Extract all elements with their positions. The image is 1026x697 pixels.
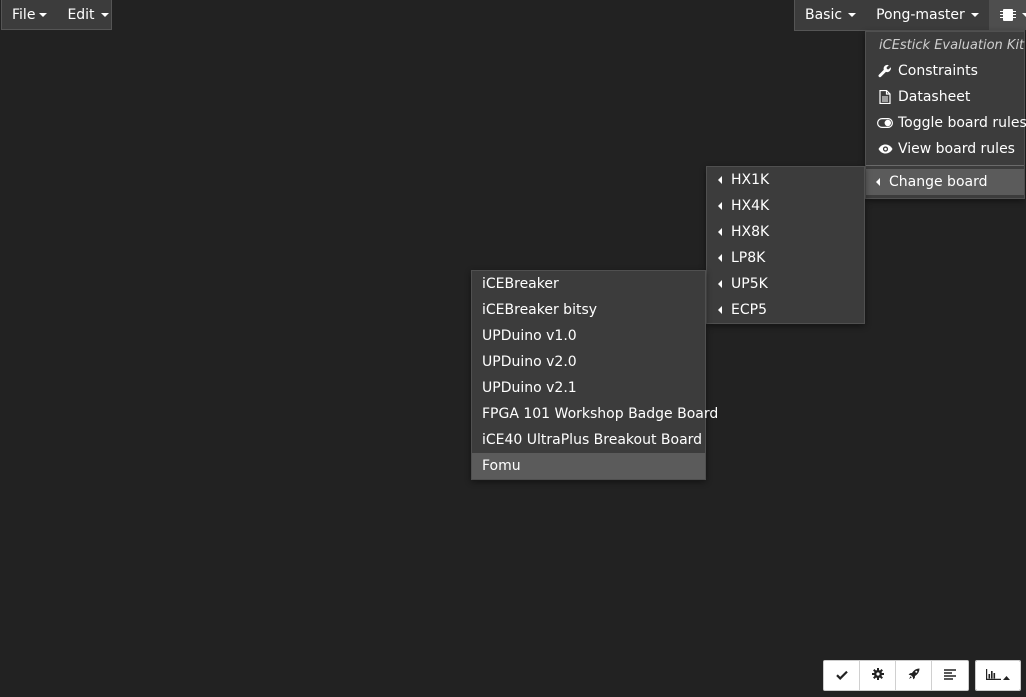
family-item-hx4k[interactable]: HX4K (707, 193, 864, 219)
gear-icon (871, 667, 884, 684)
change-board-menu-item[interactable]: Change board (866, 169, 1024, 195)
board-item-icebreaker-bitsy[interactable]: iCEBreaker bitsy (472, 297, 705, 323)
upload-button[interactable] (896, 661, 932, 690)
family-item-lp8k[interactable]: LP8K (707, 245, 864, 271)
caret-left-icon (718, 254, 722, 262)
view-board-rules-menu-item[interactable]: View board rules (866, 136, 1024, 162)
chevron-down-icon (848, 13, 857, 17)
toggle-board-rules-menu-item[interactable]: Toggle board rules (866, 110, 1026, 136)
board-item-fpga-101-workshop-badge[interactable]: FPGA 101 Workshop Badge Board (472, 401, 718, 427)
family-item-ecp5[interactable]: ECP5 (707, 297, 864, 323)
board-item-fomu[interactable]: Fomu (472, 453, 705, 479)
project-menu-button[interactable]: Pong-master (866, 0, 989, 30)
caret-left-icon (718, 202, 722, 210)
caret-left-icon (718, 176, 722, 184)
family-label: HX8K (731, 224, 770, 240)
board-item-upduino-v2-1[interactable]: UPDuino v2.1 (472, 375, 705, 401)
chevron-down-icon (970, 13, 979, 17)
board-menu-header: iCEstick Evaluation Kit (879, 37, 1025, 53)
family-item-up5k[interactable]: UP5K (707, 271, 864, 297)
caret-left-icon (718, 280, 722, 288)
bottom-toolbar (823, 660, 1021, 691)
rocket-icon (908, 668, 920, 684)
board-menu-button[interactable] (988, 0, 1026, 30)
stats-button-group (975, 660, 1021, 691)
chip-icon (999, 9, 1016, 21)
change-board-label: Change board (889, 174, 988, 190)
family-label: LP8K (731, 250, 766, 266)
family-item-hx1k[interactable]: HX1K (707, 167, 864, 193)
mode-menu-label: Basic (805, 7, 843, 23)
constraints-label: Constraints (898, 63, 978, 79)
board-item-upduino-v1-0[interactable]: UPDuino v1.0 (472, 323, 705, 349)
caret-left-icon (718, 306, 722, 314)
board-menu: iCEstick Evaluation Kit Constraints Data… (865, 31, 1026, 199)
family-label: HX4K (731, 198, 770, 214)
build-button[interactable] (860, 661, 896, 690)
align-left-icon (944, 668, 956, 684)
edit-menu-label: Edit (67, 7, 95, 23)
menubar-left: File Edit (1, 0, 112, 30)
view-board-rules-label: View board rules (898, 141, 1015, 157)
stats-button[interactable] (976, 661, 1020, 690)
project-menu-label: Pong-master (876, 7, 965, 23)
file-menu-label: File (12, 7, 36, 23)
chevron-down-icon (39, 13, 48, 17)
toggle-icon (877, 115, 893, 131)
log-button[interactable] (932, 661, 968, 690)
board-item-upduino-v2-0[interactable]: UPDuino v2.0 (472, 349, 705, 375)
up5k-board-menu: iCEBreaker iCEBreaker bitsy UPDuino v1.0… (471, 270, 718, 480)
menu-divider (866, 165, 1024, 166)
mode-menu-button[interactable]: Basic (795, 0, 866, 30)
board-item-icebreaker[interactable]: iCEBreaker (472, 271, 705, 297)
bar-chart-icon (986, 668, 1001, 684)
chevron-down-icon (1021, 13, 1026, 17)
family-item-hx8k[interactable]: HX8K (707, 219, 864, 245)
document-icon (877, 89, 893, 105)
fpga-family-menu: HX1K HX4K HX8K LP8K UP5K ECP5 (706, 166, 865, 324)
menubar-right: Basic Pong-master (794, 0, 1026, 31)
caret-up-icon (1003, 668, 1010, 684)
board-item-ice40-ultraplus-breakout[interactable]: iCE40 UltraPlus Breakout Board (472, 427, 705, 453)
check-icon (835, 668, 848, 684)
verify-button[interactable] (824, 661, 860, 690)
datasheet-menu-item[interactable]: Datasheet (866, 84, 1024, 110)
caret-left-icon (876, 178, 880, 186)
wrench-icon (877, 63, 893, 79)
family-label: UP5K (731, 276, 768, 292)
file-menu-button[interactable]: File (2, 0, 57, 30)
edit-menu-button[interactable]: Edit (57, 0, 118, 30)
family-label: HX1K (731, 172, 770, 188)
chevron-down-icon (100, 13, 109, 17)
datasheet-label: Datasheet (898, 89, 971, 105)
toggle-board-rules-label: Toggle board rules (898, 115, 1026, 131)
constraints-menu-item[interactable]: Constraints (866, 58, 1024, 84)
app-window: File Edit Basic Pong-master iCEstick Eva… (0, 0, 1026, 697)
toolbar-button-group (823, 660, 969, 691)
caret-left-icon (718, 228, 722, 236)
family-label: ECP5 (731, 302, 767, 318)
eye-icon (877, 141, 893, 157)
